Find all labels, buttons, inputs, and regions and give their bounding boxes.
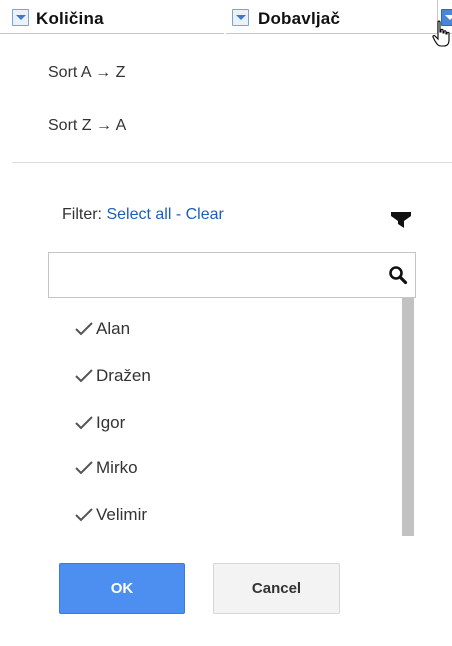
select-all-link[interactable]: Select all xyxy=(106,206,171,223)
ok-button[interactable]: OK xyxy=(59,563,185,614)
filter-row: Filter: Select all - Clear xyxy=(62,206,224,224)
checkmark-icon xyxy=(75,369,93,383)
column-header-strip: Količina Dobavljač xyxy=(0,0,452,47)
dropdown-arrow-icon[interactable] xyxy=(232,9,249,26)
search-input[interactable] xyxy=(55,261,375,289)
list-item-label: Velimir xyxy=(96,505,148,524)
column-header-kolicina: Količina xyxy=(0,0,224,34)
checkmark-icon xyxy=(75,322,93,336)
checkmark-icon xyxy=(75,508,93,522)
clear-link[interactable]: Clear xyxy=(186,206,224,223)
list-item[interactable]: Igor xyxy=(74,408,125,438)
sort-descending-option[interactable]: Sort Z → A xyxy=(48,117,126,135)
column-header-label: Dobavljač xyxy=(258,9,341,28)
divider xyxy=(12,162,452,163)
column-header-dobavljac: Dobavljač xyxy=(226,0,438,34)
value-list: Alan Dražen Igor Mirko Velimir xyxy=(48,298,416,536)
checkmark-icon xyxy=(75,416,93,430)
magnifier-icon[interactable] xyxy=(388,265,408,285)
sort-ascending-option[interactable]: Sort A → Z xyxy=(48,64,125,82)
list-item[interactable]: Alan xyxy=(74,314,130,344)
list-item[interactable]: Mirko xyxy=(74,453,138,483)
list-item-label: Mirko xyxy=(96,458,138,477)
cancel-button[interactable]: Cancel xyxy=(213,563,340,614)
list-item-label: Igor xyxy=(96,413,126,432)
funnel-icon[interactable] xyxy=(391,210,411,232)
scrollbar-thumb[interactable] xyxy=(402,298,414,536)
list-item-label: Dražen xyxy=(96,366,151,385)
list-item-label: Alan xyxy=(96,319,131,338)
list-item[interactable]: Velimir xyxy=(74,500,147,530)
column-header-label: Količina xyxy=(36,9,104,28)
link-separator: - xyxy=(171,206,186,223)
hand-pointer-icon xyxy=(432,20,450,47)
filter-label: Filter: xyxy=(62,206,102,223)
checkmark-icon xyxy=(75,461,93,475)
dropdown-arrow-icon[interactable] xyxy=(12,9,29,26)
list-item[interactable]: Dražen xyxy=(74,361,151,391)
search-box xyxy=(48,252,416,298)
